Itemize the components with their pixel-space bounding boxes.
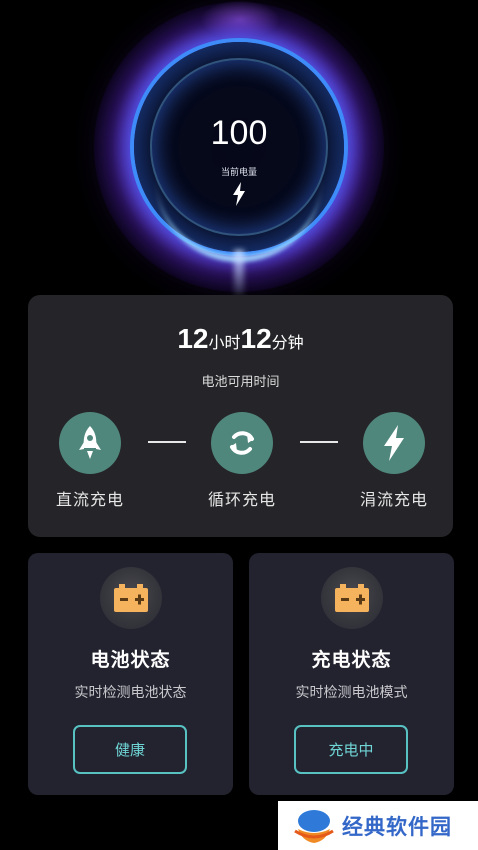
- watermark-text: 经典软件园: [342, 814, 452, 839]
- battery-status-icon-wrap: [100, 567, 162, 629]
- lightning-bolt-icon: [384, 425, 404, 461]
- charge-mode-direct-circle: [59, 412, 121, 474]
- battery-level: 100: [210, 114, 268, 152]
- remaining-hours: 12: [177, 323, 209, 354]
- remaining-time-caption: 电池可用时间: [201, 375, 280, 390]
- charge-mode-cycle-circle: [211, 412, 273, 474]
- hours-unit: 小时: [208, 335, 241, 352]
- mode-connector-line: [148, 441, 186, 443]
- battery-icon: [114, 584, 148, 612]
- battery-status-subtitle: 实时检测电池状态: [74, 685, 187, 701]
- ring-flare: [234, 250, 244, 300]
- watermark-logo-icon: [294, 809, 334, 843]
- charge-mode-trickle-circle: [363, 412, 425, 474]
- charging-status-title: 充电状态: [311, 649, 392, 671]
- charging-status-subtitle: 实时检测电池模式: [295, 685, 408, 701]
- charging-status-card: 充电状态 实时检测电池模式 充电中: [249, 553, 454, 795]
- refresh-cycle-icon: [230, 431, 254, 455]
- rocket-icon: [79, 426, 101, 459]
- charge-mode-cycle[interactable]: 循环充电: [192, 412, 292, 510]
- battery-icon: [335, 584, 369, 612]
- battery-health-button[interactable]: 健康: [73, 725, 187, 774]
- lightning-bolt-icon: [233, 182, 245, 206]
- charge-mode-cycle-label: 循环充电: [207, 490, 276, 509]
- remaining-minutes: 12: [240, 323, 272, 354]
- charge-mode-direct-label: 直流充电: [55, 490, 124, 509]
- mode-connector-line: [300, 441, 338, 443]
- charge-mode-trickle-label: 涓流充电: [359, 490, 428, 509]
- battery-ring-visual: 100 当前电量: [0, 0, 478, 300]
- battery-status-card: 电池状态 实时检测电池状态 健康: [28, 553, 233, 795]
- battery-time-card: 12小时12分钟 电池可用时间 直流充电 循环充电 涓流充电: [28, 295, 453, 537]
- watermark: 经典软件园: [278, 801, 478, 850]
- battery-level-label: 当前电量: [220, 168, 257, 178]
- charging-status-icon-wrap: [321, 567, 383, 629]
- battery-status-title: 电池状态: [90, 649, 171, 671]
- charge-mode-direct[interactable]: 直流充电: [40, 412, 140, 510]
- remaining-time: 12小时12分钟: [28, 323, 453, 355]
- charging-state-button[interactable]: 充电中: [294, 725, 408, 774]
- minutes-unit: 分钟: [271, 335, 304, 352]
- charge-mode-trickle[interactable]: 涓流充电: [344, 412, 444, 510]
